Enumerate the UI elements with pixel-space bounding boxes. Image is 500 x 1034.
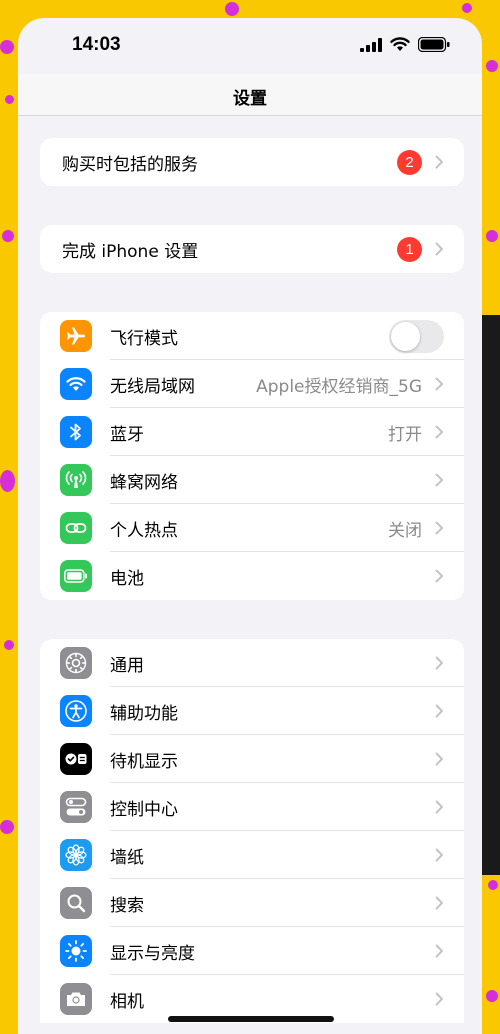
cellular-signal-icon [360,37,382,56]
decor-dot [0,40,14,54]
group-general-settings: 通用 辅助功能 待机显示 控制中心 墙纸 搜索 显示与亮度 相机 [40,639,464,1023]
row-label: 相机 [110,991,144,1012]
decor-dot [2,230,14,242]
decor-dot [486,60,498,72]
row-accessibility[interactable]: 辅助功能 [40,687,464,735]
row-battery[interactable]: 电池 [40,552,464,600]
row-label: 蓝牙 [110,424,144,445]
notification-badge: 1 [397,236,422,262]
row-label: 搜索 [110,895,144,916]
control-center-icon [60,791,92,823]
chevron-right-icon [435,704,443,718]
row-personal-hotspot[interactable]: 个人热点 关闭 [40,504,464,552]
battery-icon [60,560,92,592]
hotspot-status: 关闭 [388,520,422,541]
bluetooth-status: 打开 [388,424,422,445]
row-label: 通用 [110,655,144,676]
wifi-icon [60,368,92,400]
row-label: 显示与亮度 [110,943,195,964]
chevron-right-icon [435,473,443,487]
navigation-bar: 设置 [18,74,482,116]
chevron-right-icon [435,425,443,439]
status-time: 14:03 [72,34,121,55]
background-photo-edge [482,315,500,875]
row-label: 待机显示 [110,751,178,772]
page-title: 设置 [233,89,267,109]
row-general[interactable]: 通用 [40,639,464,687]
camera-icon [60,983,92,1015]
wifi-icon [390,37,410,56]
decor-dot [486,990,498,1002]
standby-icon [60,743,92,775]
decor-dot [486,230,498,242]
chevron-right-icon [435,800,443,814]
chevron-right-icon [435,848,443,862]
cellular-antenna-icon [60,464,92,496]
decor-dot [462,3,472,13]
row-search[interactable]: 搜索 [40,879,464,927]
toggle-knob [391,322,420,351]
decor-dot [0,470,15,492]
chevron-right-icon [435,155,443,169]
row-label: 控制中心 [110,799,178,820]
row-control-center[interactable]: 控制中心 [40,783,464,831]
chevron-right-icon [435,896,443,910]
wallpaper-flower-icon [60,839,92,871]
chevron-right-icon [435,377,443,391]
row-display-brightness[interactable]: 显示与亮度 [40,927,464,975]
row-label: 个人热点 [110,520,178,541]
row-purchase-services[interactable]: 购买时包括的服务 2 [40,138,464,186]
gear-icon [60,647,92,679]
row-cellular[interactable]: 蜂窝网络 [40,456,464,504]
row-label: 完成 iPhone 设置 [62,241,199,262]
battery-icon [417,36,450,56]
decor-dot [0,820,14,834]
row-label: 辅助功能 [110,703,178,724]
decor-dot [488,880,498,890]
search-icon [60,887,92,919]
row-wifi[interactable]: 无线局域网 Apple授权经销商_5G [40,360,464,408]
group-purchase-services: 购买时包括的服务 2 [40,138,464,186]
row-wallpaper[interactable]: 墙纸 [40,831,464,879]
row-label: 无线局域网 [110,376,195,397]
row-bluetooth[interactable]: 蓝牙 打开 [40,408,464,456]
row-label: 蜂窝网络 [110,472,178,493]
row-standby[interactable]: 待机显示 [40,735,464,783]
group-finish-setup: 完成 iPhone 设置 1 [40,225,464,273]
bluetooth-icon [60,416,92,448]
wifi-network-name: Apple授权经销商_5G [256,376,422,397]
notification-badge: 2 [397,149,422,175]
chevron-right-icon [435,521,443,535]
chevron-right-icon [435,242,443,256]
hotspot-link-icon [60,512,92,544]
group-connectivity: 飞行模式 无线局域网 Apple授权经销商_5G 蓝牙 打开 蜂窝网络 个人热点… [40,312,464,600]
row-label: 购买时包括的服务 [62,154,198,175]
decor-dot [225,2,239,16]
chevron-right-icon [435,992,443,1006]
airplane-mode-toggle[interactable] [389,320,444,353]
status-bar: 14:03 [18,18,482,74]
chevron-right-icon [435,569,443,583]
accessibility-icon [60,695,92,727]
airplane-icon [60,320,92,352]
row-label: 墙纸 [110,847,144,868]
chevron-right-icon [435,944,443,958]
row-label: 飞行模式 [110,328,178,349]
row-finish-iphone-setup[interactable]: 完成 iPhone 设置 1 [40,225,464,273]
home-indicator[interactable] [168,1016,334,1022]
phone-screen: 14:03 设置 购买时包括的服务 2 完成 iPhone 设置 1 飞行模式 … [18,18,482,1034]
row-label: 电池 [110,568,144,589]
chevron-right-icon [435,752,443,766]
chevron-right-icon [435,656,443,670]
decor-dot [4,640,14,650]
brightness-sun-icon [60,935,92,967]
row-airplane-mode[interactable]: 飞行模式 [40,312,464,360]
decor-dot [5,95,14,104]
